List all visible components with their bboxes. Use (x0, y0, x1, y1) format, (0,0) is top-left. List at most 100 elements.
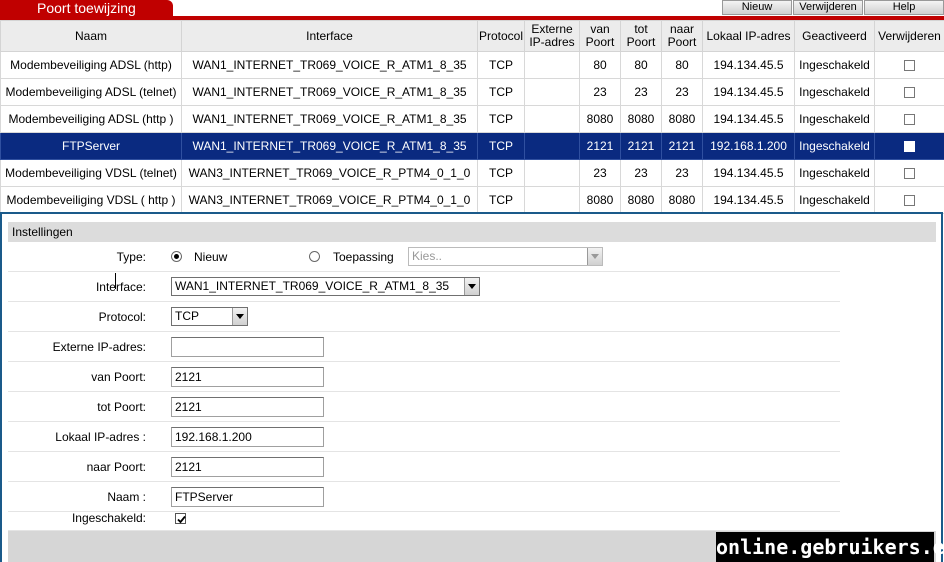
delete-button[interactable]: Verwijderen (793, 0, 863, 15)
cell-name: Modembeveiliging ADSL (http) (0, 51, 182, 79)
table-row[interactable]: Modembeveiliging ADSL (telnet) WAN1_INTER… (0, 78, 944, 106)
dest-port-row: naar Poort: 2121 (8, 452, 840, 482)
page-title: Poort toewijzing (0, 0, 173, 17)
interface-label: Interface: (95, 280, 146, 294)
column-header: Verwijderen (874, 20, 944, 52)
delete-checkbox[interactable] (904, 168, 915, 180)
cell-protocol: TCP (477, 132, 525, 160)
local-ip-input[interactable]: 192.168.1.200 (171, 427, 324, 447)
cell-local-ip: 192.168.1.200 (702, 132, 795, 160)
delete-checkbox[interactable] (904, 195, 915, 207)
cell-name: Modembeveiliging VDSL (telnet) (0, 159, 182, 187)
ext-ip-input[interactable] (171, 337, 324, 357)
cell-interface: WAN1_INTERNET_TR069_VOICE_R_ATM1_8_35 (181, 78, 478, 106)
protocol-row: Protocol: TCP (8, 302, 840, 332)
delete-checkbox[interactable] (904, 60, 915, 72)
type-new-radio[interactable] (171, 251, 182, 262)
cell-from-port: 23 (579, 78, 621, 106)
cell-dest-port: 80 (661, 51, 703, 79)
cell-status: Ingeschakeld (794, 78, 875, 106)
cell-from-port: 8080 (579, 186, 621, 214)
application-select[interactable]: Kies.. (408, 247, 603, 266)
delete-checkbox[interactable] (904, 87, 915, 99)
cell-status: Ingeschakeld (794, 132, 875, 160)
cell-ext-ip (524, 132, 580, 160)
type-new-label: Nieuw (194, 250, 228, 264)
text-cursor-icon (115, 273, 119, 289)
column-header: van Poort (579, 20, 621, 52)
from-port-row: van Poort: 2121 (8, 362, 840, 392)
help-button[interactable]: Help (864, 0, 944, 15)
type-app-radio[interactable] (309, 251, 320, 262)
cell-local-ip: 194.134.45.5 (702, 51, 795, 79)
cell-protocol: TCP (477, 186, 525, 214)
cell-name: Modembeveiliging ADSL (http ) (0, 105, 182, 133)
cell-status: Ingeschakeld (794, 105, 875, 133)
cell-delete (874, 132, 944, 160)
checkmark-icon (177, 515, 186, 524)
cell-name: Modembeveiliging ADSL (telnet) (0, 78, 182, 106)
cell-local-ip: 194.134.45.5 (702, 159, 795, 187)
cell-to-port: 23 (620, 159, 662, 187)
table-row[interactable]: Modembeveiliging ADSL (http ) WAN1_INTERN… (0, 105, 944, 133)
table-row[interactable]: FTPServer WAN1_INTERNET_TR069_VOICE_R_ATM… (0, 132, 944, 160)
cell-delete (874, 159, 944, 187)
type-app-label: Toepassing (333, 250, 394, 264)
cell-protocol: TCP (477, 105, 525, 133)
chevron-down-icon (232, 308, 247, 325)
cell-protocol: TCP (477, 159, 525, 187)
to-port-row: tot Poort: 2121 (8, 392, 840, 422)
top-bar: Poort toewijzing Nieuw Verwijderen Help (0, 0, 944, 20)
from-port-label: van Poort: (91, 370, 146, 384)
cell-name: Modembeveiliging VDSL ( http ) (0, 186, 182, 214)
application-select-value: Kies.. (412, 249, 443, 263)
table-row[interactable]: Modembeveiliging VDSL (telnet) WAN3_INTER… (0, 159, 944, 187)
column-header: Naam (0, 20, 182, 52)
enabled-checkbox[interactable] (175, 513, 186, 524)
name-input[interactable]: FTPServer (171, 487, 324, 507)
table-row[interactable]: Modembeveiliging ADSL (http) WAN1_INTERNE… (0, 51, 944, 79)
cell-from-port: 2121 (579, 132, 621, 160)
cell-from-port: 23 (579, 159, 621, 187)
cell-dest-port: 23 (661, 159, 703, 187)
local-ip-label: Lokaal IP-adres : (55, 430, 146, 444)
local-ip-row: Lokaal IP-adres : 192.168.1.200 (8, 422, 840, 452)
cell-to-port: 8080 (620, 186, 662, 214)
table-header-row: Naam Interface Protocol Externe IP-adres… (0, 20, 944, 52)
table-row[interactable]: Modembeveiliging VDSL ( http ) WAN3_INTER… (0, 186, 944, 214)
interface-row: Interface: WAN1_INTERNET_TR069_VOICE_R_A… (8, 272, 840, 302)
enabled-row: Ingeschakeld: (8, 505, 840, 531)
delete-checkbox[interactable] (904, 141, 915, 153)
cell-interface: WAN1_INTERNET_TR069_VOICE_R_ATM1_8_35 (181, 132, 478, 160)
column-header: Lokaal IP-adres (702, 20, 795, 52)
cell-to-port: 8080 (620, 105, 662, 133)
from-port-input[interactable]: 2121 (171, 367, 324, 387)
cell-delete (874, 105, 944, 133)
cell-from-port: 80 (579, 51, 621, 79)
dest-port-input[interactable]: 2121 (171, 457, 324, 477)
protocol-label: Protocol: (98, 310, 146, 324)
to-port-label: tot Poort: (97, 400, 146, 414)
cell-protocol: TCP (477, 51, 525, 79)
cell-status: Ingeschakeld (794, 159, 875, 187)
chevron-down-icon (587, 248, 602, 265)
cell-delete (874, 51, 944, 79)
dest-port-label: naar Poort: (86, 460, 146, 474)
cell-dest-port: 23 (661, 78, 703, 106)
column-header: tot Poort (620, 20, 662, 52)
cell-to-port: 23 (620, 78, 662, 106)
column-header: Geactiveerd (794, 20, 875, 52)
column-header: Protocol (477, 20, 525, 52)
port-mapping-table: Naam Interface Protocol Externe IP-adres… (0, 20, 944, 214)
to-port-input[interactable]: 2121 (171, 397, 324, 417)
new-button[interactable]: Nieuw (722, 0, 792, 15)
delete-checkbox[interactable] (904, 114, 915, 126)
protocol-select[interactable]: TCP (171, 307, 248, 326)
cell-status: Ingeschakeld (794, 51, 875, 79)
cell-ext-ip (524, 105, 580, 133)
cell-to-port: 80 (620, 51, 662, 79)
cell-local-ip: 194.134.45.5 (702, 186, 795, 214)
interface-select[interactable]: WAN1_INTERNET_TR069_VOICE_R_ATM1_8_35 (171, 277, 480, 296)
cell-dest-port: 8080 (661, 105, 703, 133)
settings-title: Instellingen (8, 222, 936, 242)
